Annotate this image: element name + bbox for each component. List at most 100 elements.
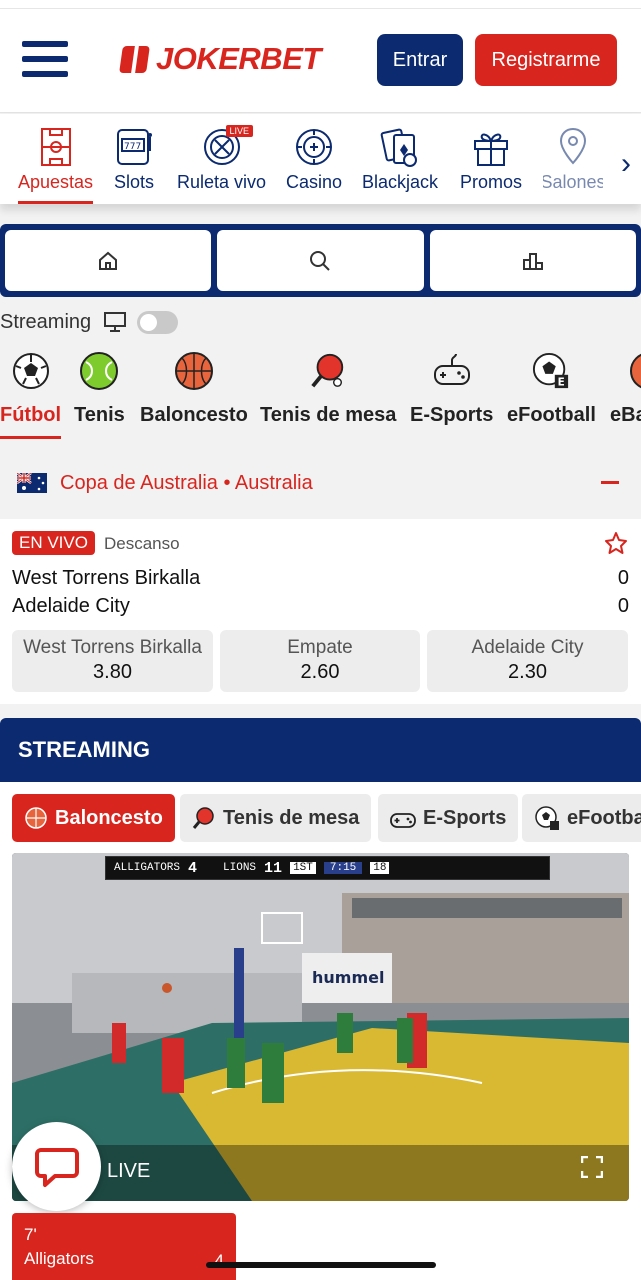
league-name: Copa de Australia • Australia — [60, 471, 313, 494]
chevron-right-icon[interactable]: › — [621, 147, 631, 181]
sport-futbol[interactable]: Fútbol — [0, 352, 62, 439]
odd-name: Adelaide City — [471, 637, 584, 658]
home-team-abbr: ALLIGATORS — [114, 862, 181, 874]
odd-home-button[interactable]: West Torrens Birkalla 3.80 — [12, 630, 213, 692]
category-blackjack[interactable]: Blackjack — [362, 126, 438, 193]
away-team-abbr: LIONS — [223, 862, 257, 874]
category-label: Promos — [460, 172, 523, 192]
fullscreen-icon[interactable] — [580, 1155, 604, 1183]
live-badge: LIVE — [225, 125, 254, 137]
odd-away-button[interactable]: Adelaide City 2.30 — [427, 630, 628, 692]
odd-value: 2.30 — [508, 661, 547, 683]
menu-icon[interactable] — [22, 41, 68, 79]
odd-name: West Torrens Birkalla — [23, 637, 202, 658]
soccer-ball-e-icon: E — [532, 352, 570, 390]
category-ruleta-vivo[interactable]: LIVE Ruleta vivo — [177, 125, 267, 193]
chat-bubble-icon — [34, 1147, 79, 1187]
basketball-icon — [24, 806, 48, 830]
top-header: JOKERBET Entrar Registrarme — [0, 0, 641, 113]
tab-ranking[interactable] — [429, 230, 636, 291]
stream-chip-efootball[interactable]: eFootball — [522, 794, 641, 842]
sport-baloncesto[interactable]: Baloncesto — [140, 352, 248, 427]
chip-label: Tenis de mesa — [223, 806, 360, 829]
scoreboard: ALLIGATORS 4 LIONS 11 1ST 7:15 18 — [105, 856, 550, 880]
collapse-icon[interactable] — [601, 481, 619, 484]
home-indicator — [206, 1262, 436, 1268]
stream-chip-e-sports[interactable]: E-Sports — [378, 794, 519, 842]
sport-label: Tenis — [74, 404, 125, 426]
chip-label: eFootball — [567, 806, 641, 829]
away-team: Adelaide City — [12, 595, 130, 617]
away-team-score: 11 — [264, 859, 283, 877]
streaming-header: STREAMING — [0, 718, 641, 782]
match-card[interactable]: EN VIVO Descanso West Torrens Birkalla 0… — [0, 519, 641, 704]
video-controls-bar — [12, 1145, 629, 1201]
streaming-label: Streaming — [0, 310, 92, 333]
league-header[interactable]: Copa de Australia • Australia — [0, 462, 641, 504]
team-name: Alligators — [24, 1249, 94, 1268]
brand-name: JOKERBET — [156, 41, 321, 76]
match-minute: 7' — [24, 1225, 37, 1244]
live-score-card[interactable]: 7' Alligators 4 — [12, 1213, 236, 1280]
cards-icon — [380, 126, 420, 168]
category-apuestas[interactable]: Apuestas — [18, 126, 94, 204]
chip-icon — [294, 126, 334, 168]
stream-chip-tenis-de-mesa[interactable]: Tenis de mesa — [180, 794, 372, 842]
gamepad-icon — [433, 352, 471, 390]
svg-text:hummel: hummel — [312, 968, 384, 987]
tab-search[interactable] — [217, 230, 424, 291]
category-label: Ruleta vivo — [177, 172, 267, 192]
game-clock: 7:15 — [323, 862, 363, 874]
category-nav: Apuestas 777 Slots LIVE Ruleta vivo Casi… — [0, 114, 641, 204]
tab-home[interactable] — [5, 230, 212, 291]
monitor-icon — [104, 312, 127, 332]
sport-tenis-de-mesa[interactable]: Tenis de mesa — [260, 352, 396, 427]
stream-video-player[interactable]: hummel ALLIGATORS 4 LIONS 11 1ST 7:15 18… — [12, 853, 629, 1201]
chat-button[interactable] — [12, 1122, 101, 1211]
slot-machine-icon: 777 — [114, 126, 154, 168]
svg-text:777: 777 — [124, 142, 141, 152]
brand-logo[interactable]: JOKERBET — [119, 41, 321, 76]
chip-label: E-Sports — [423, 806, 507, 829]
favorite-star-icon[interactable] — [604, 531, 628, 560]
sport-ebasket[interactable]: eBasket — [610, 352, 641, 427]
category-label: Blackjack — [362, 172, 439, 192]
logo-mark-icon — [119, 45, 150, 73]
register-button[interactable]: Registrarme — [475, 34, 617, 86]
odd-value: 3.80 — [93, 661, 132, 683]
category-label: Apuestas — [18, 172, 94, 192]
location-pin-icon — [553, 126, 593, 168]
sport-label: eBasket — [610, 404, 641, 426]
category-promos[interactable]: Promos — [460, 126, 522, 193]
category-salones[interactable]: Salones — [543, 126, 603, 193]
gift-icon — [471, 126, 511, 168]
soccer-ball-icon — [12, 352, 50, 390]
gamepad-icon — [390, 807, 416, 829]
streaming-filter: Streaming — [0, 308, 179, 336]
sport-label: eFootball — [507, 404, 596, 426]
odd-value: 2.60 — [300, 661, 340, 683]
sport-tenis[interactable]: Tenis — [74, 352, 125, 427]
video-live-label: LIVE — [107, 1160, 151, 1182]
divider — [0, 8, 641, 9]
live-badge: EN VIVO — [12, 531, 95, 555]
sport-e-sports[interactable]: E-Sports — [410, 352, 493, 427]
stream-chip-baloncesto[interactable]: Baloncesto — [12, 794, 175, 842]
odd-name: Empate — [287, 637, 353, 658]
category-casino[interactable]: Casino — [286, 126, 342, 193]
period: 1ST — [290, 862, 316, 874]
streaming-toggle[interactable] — [137, 310, 179, 334]
basketball-icon — [174, 352, 213, 390]
login-button[interactable]: Entrar — [377, 34, 463, 86]
svg-text:E: E — [558, 376, 565, 388]
active-underline — [0, 436, 62, 439]
sport-efootball[interactable]: E eFootball — [507, 352, 596, 427]
sport-label: Tenis de mesa — [260, 404, 397, 426]
pitch-icon — [36, 126, 76, 168]
team-score: 4 — [214, 1251, 224, 1270]
category-slots[interactable]: 777 Slots — [114, 126, 154, 193]
app-page: JOKERBET Entrar Registrarme Apuestas 777… — [0, 0, 641, 1280]
sport-label: E-Sports — [410, 404, 494, 426]
odd-draw-button[interactable]: Empate 2.60 — [220, 630, 420, 692]
sportsbook-tabbar — [0, 224, 641, 297]
